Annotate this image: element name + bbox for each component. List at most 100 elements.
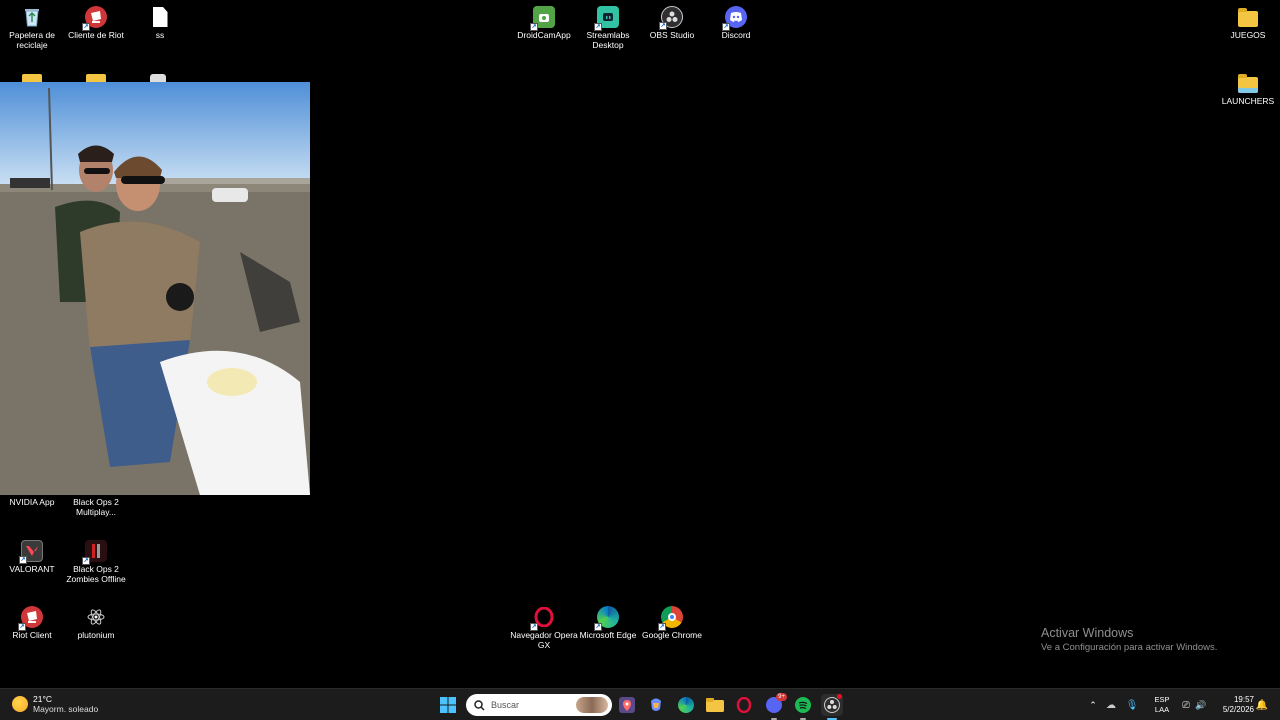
copilot-icon <box>651 698 661 711</box>
riot-icon: ↗ <box>18 606 43 631</box>
microphone-icon[interactable]: 🎙 <box>1122 700 1142 711</box>
folder-icon <box>1237 72 1259 94</box>
valorant-icon: ↗ <box>19 540 43 564</box>
droidcam-desktop-icon[interactable]: ↗ DroidCamApp <box>512 6 576 40</box>
file-explorer-icon <box>706 698 724 712</box>
bo2-zombies-icon: ↗ <box>82 540 107 565</box>
obs-desktop-icon[interactable]: ↗ OBS Studio <box>640 6 704 40</box>
bo2-zombies-label: Black Ops 2 Zombies Offline <box>66 564 126 584</box>
taskbar-search-box[interactable]: Buscar <box>466 694 612 716</box>
bo2-multiplayer-label: Black Ops 2 Multiplay... <box>73 497 119 517</box>
windows-logo-icon <box>440 697 456 713</box>
riot-client-desktop-icon[interactable]: ↗ Riot Client <box>0 606 64 640</box>
chrome-label: Google Chrome <box>641 630 702 640</box>
riot-client-label: Riot Client <box>12 630 52 640</box>
taskbar-maps-button[interactable] <box>616 694 638 716</box>
opera-gx-desktop-icon[interactable]: ↗ Navegador Opera GX <box>510 606 578 650</box>
taskbar-edge-button[interactable] <box>675 694 697 716</box>
opera-gx-label: Navegador Opera GX <box>510 630 578 650</box>
riot-icon: ↗ <box>82 6 107 31</box>
clock[interactable]: 19:57 5/2/2026 <box>1214 695 1254 715</box>
language-indicator[interactable]: ESP LAA <box>1152 695 1172 715</box>
plutonium-atom-icon <box>85 606 107 628</box>
valorant-desktop-icon[interactable]: ↗ VALORANT <box>0 540 64 574</box>
recycle-bin-desktop-icon[interactable]: Papelera de reciclaje <box>0 6 64 50</box>
search-icon <box>474 699 485 711</box>
discord-notification-badge: 9+ <box>776 693 787 701</box>
plutonium-label: plutonium <box>77 630 115 640</box>
launchers-folder-label: LAUNCHERS <box>1221 96 1275 106</box>
edge-desktop-icon[interactable]: ↗ Microsoft Edge <box>576 606 640 640</box>
bo2-multiplayer-desktop-icon[interactable]: Black Ops 2 Multiplay... <box>64 495 128 517</box>
taskbar-discord-button[interactable]: 9+ <box>763 693 787 720</box>
hidden-app-icon <box>150 74 166 82</box>
ss-file-desktop-icon[interactable]: ss <box>128 6 192 40</box>
taskbar-copilot-button[interactable] <box>645 694 667 716</box>
ss-file-label: ss <box>155 30 165 40</box>
obs-icon <box>824 697 840 713</box>
nvidia-app-label: NVIDIA App <box>9 497 55 507</box>
recycle-bin-label: Papelera de reciclaje <box>9 30 55 50</box>
streamlabs-desktop-icon[interactable]: ↗ Streamlabs Desktop <box>576 6 640 50</box>
edge-icon <box>678 697 694 713</box>
network-icon: ⎚ <box>1182 699 1190 710</box>
taskbar-file-explorer-button[interactable] <box>704 694 726 716</box>
streamlabs-label: Streamlabs Desktop <box>586 30 630 50</box>
keyboard-layout: LAA <box>1154 705 1170 714</box>
plutonium-desktop-icon[interactable]: plutonium <box>64 606 128 640</box>
opera-gx-icon <box>736 697 752 713</box>
show-hidden-icons-chevron-up-icon[interactable]: ⌃ <box>1086 700 1100 711</box>
search-highlight-image-icon <box>576 697 608 713</box>
weather-desc: Mayorm. soleado <box>33 704 99 714</box>
activation-watermark: Activar Windows Ve a Configuración para … <box>1041 626 1217 653</box>
system-tray: ⌃ ☁ 🎙 <box>1086 689 1142 720</box>
hidden-folder-icon <box>86 74 106 82</box>
recycle-bin-icon <box>21 6 43 28</box>
taskbar-obs-button[interactable] <box>821 694 843 720</box>
launchers-folder-desktop-icon[interactable]: LAUNCHERS <box>1216 72 1280 106</box>
taskbar-spotify-button[interactable] <box>792 694 814 720</box>
start-button[interactable] <box>437 694 459 716</box>
text-file-icon <box>149 6 171 28</box>
opera-gx-icon: ↗ <box>530 606 555 631</box>
hidden-folder-icon <box>22 74 42 82</box>
clock-date: 5/2/2026 <box>1222 705 1254 714</box>
droidcam-label: DroidCamApp <box>517 30 571 40</box>
watermark-subtitle: Ve a Configuración para activar Windows. <box>1041 642 1218 653</box>
spotify-icon <box>795 697 811 713</box>
obs-label: OBS Studio <box>649 30 695 40</box>
taskbar: 21°C Mayorm. soleado Buscar 9+ ⌃ ☁ 🎙 ESP… <box>0 688 1280 720</box>
watermark-title: Activar Windows <box>1041 626 1134 640</box>
quick-settings[interactable]: ⎚ 🔊 <box>1179 689 1209 720</box>
volume-icon: 🔊 <box>1195 699 1207 710</box>
chrome-icon: ↗ <box>658 606 683 631</box>
photo-image <box>0 82 310 495</box>
recording-indicator-icon <box>837 694 842 699</box>
folder-icon <box>1237 6 1259 28</box>
weather-temp: 21°C <box>33 694 52 704</box>
edge-icon: ↗ <box>594 606 619 631</box>
weather-widget[interactable]: 21°C Mayorm. soleado <box>12 694 98 714</box>
droidcam-icon: ↗ <box>530 6 555 31</box>
taskbar-opera-button[interactable] <box>733 694 755 716</box>
discord-desktop-icon[interactable]: ↗ Discord <box>704 6 768 40</box>
discord-label: Discord <box>721 30 751 40</box>
search-placeholder: Buscar <box>491 700 520 710</box>
streamlabs-icon: ↗ <box>594 6 619 31</box>
maps-pin-icon <box>619 697 635 713</box>
juegos-folder-desktop-icon[interactable]: JUEGOS <box>1216 6 1280 40</box>
chrome-desktop-icon[interactable]: ↗ Google Chrome <box>640 606 704 640</box>
sun-cloud-icon <box>12 696 28 712</box>
language-code: ESP <box>1154 695 1170 704</box>
onedrive-cloud-icon[interactable]: ☁ <box>1100 700 1122 711</box>
juegos-folder-label: JUEGOS <box>1230 30 1266 40</box>
clock-time: 19:57 <box>1233 695 1254 704</box>
bo2-zombies-desktop-icon[interactable]: ↗ Black Ops 2 Zombies Offline <box>64 540 128 584</box>
discord-icon: ↗ <box>722 6 747 31</box>
nvidia-app-desktop-icon[interactable]: NVIDIA App <box>0 495 64 507</box>
riot-client-es-label: Cliente de Riot <box>68 30 124 40</box>
riot-client-es-desktop-icon[interactable]: ↗ Cliente de Riot <box>64 6 128 40</box>
photo-preview[interactable] <box>0 82 310 495</box>
edge-label: Microsoft Edge <box>579 630 637 640</box>
notification-center-button[interactable]: 🔔 <box>1254 694 1270 716</box>
